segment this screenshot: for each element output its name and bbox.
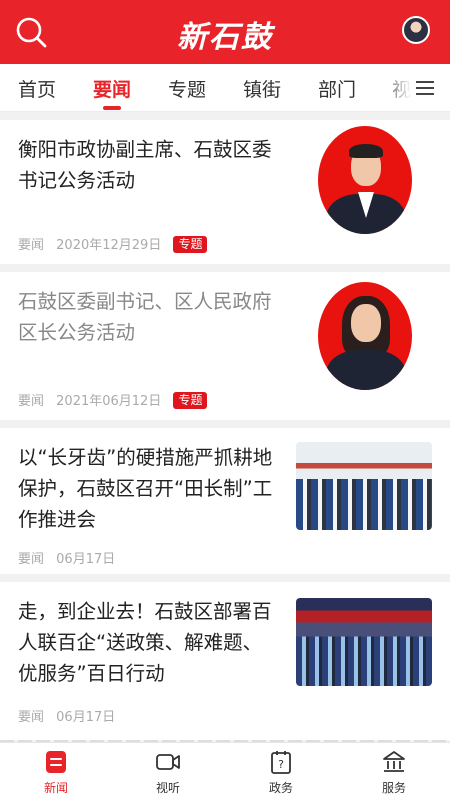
article-category: 要闻 [18, 710, 45, 725]
tab-topics[interactable]: 专题 [168, 75, 206, 102]
nav-label: 新闻 [43, 781, 68, 795]
article-meta: 要闻 06月17日 [18, 706, 123, 725]
article-title: 以“长牙齿”的硬措施严抓耕地保护，石鼓区召开“田长制”工作推进会 [18, 446, 273, 531]
article-date: 2021年06月12日 [56, 394, 162, 409]
top-bar: 新石鼓 [0, 0, 450, 64]
user-avatar[interactable] [402, 16, 430, 44]
article-thumbnail [318, 282, 412, 390]
news-icon [46, 751, 66, 773]
tab-home[interactable]: 首页 [18, 75, 56, 102]
active-tab-indicator [103, 106, 121, 110]
article-thumbnail [296, 442, 432, 530]
bottom-nav: 新闻 视听 ? 政务 服务 [0, 742, 450, 800]
nav-video[interactable]: 视听 [112, 743, 224, 800]
article-title: 走，到企业去！石鼓区部署百人联百企“送政策、解难题、优服务”百日行动 [18, 600, 272, 685]
article-meta: 要闻 06月17日 [18, 548, 123, 567]
nav-services[interactable]: 服务 [338, 743, 450, 800]
article-category: 要闻 [18, 238, 45, 253]
topic-badge: 专题 [173, 392, 208, 409]
video-icon [156, 754, 180, 770]
nav-government[interactable]: ? 政务 [225, 743, 337, 800]
nav-news[interactable]: 新闻 [0, 743, 112, 800]
article-thumbnail [318, 126, 412, 234]
article-item[interactable]: 走，到企业去！石鼓区部署百人联百企“送政策、解难题、优服务”百日行动 要闻 06… [0, 582, 450, 740]
menu-icon[interactable] [416, 81, 434, 95]
article-category: 要闻 [18, 394, 45, 409]
article-category: 要闻 [18, 552, 45, 567]
tabs-fade [380, 64, 450, 111]
tab-headlines[interactable]: 要闻 [93, 75, 131, 102]
article-meta: 要闻 2020年12月29日 专题 [18, 234, 215, 253]
article-thumbnail [296, 598, 432, 686]
article-title: 衡阳市政协副主席、石鼓区委书记公务活动 [18, 138, 272, 192]
category-tabs: 首页 要闻 专题 镇街 部门 视 [0, 64, 450, 112]
nav-label: 政务 [268, 781, 293, 795]
tab-towns[interactable]: 镇街 [243, 75, 281, 102]
article-date: 2020年12月29日 [56, 238, 162, 253]
article-title: 石鼓区委副书记、区人民政府区长公务活动 [18, 290, 272, 344]
article-date: 06月17日 [56, 552, 116, 567]
svg-text:?: ? [278, 758, 284, 771]
tab-departments[interactable]: 部门 [318, 75, 356, 102]
nav-label: 服务 [381, 781, 406, 795]
services-icon [383, 751, 405, 772]
article-item[interactable]: 衡阳市政协副主席、石鼓区委书记公务活动 要闻 2020年12月29日 专题 [0, 120, 450, 264]
article-item[interactable]: 石鼓区委副书记、区人民政府区长公务活动 要闻 2021年06月12日 专题 [0, 272, 450, 420]
topic-badge: 专题 [173, 236, 208, 253]
article-date: 06月17日 [56, 710, 116, 725]
article-meta: 要闻 2021年06月12日 专题 [18, 390, 215, 409]
app-logo: 新石鼓 [177, 20, 273, 55]
government-affairs-icon: ? [271, 751, 291, 774]
article-item[interactable]: 以“长牙齿”的硬措施严抓耕地保护，石鼓区召开“田长制”工作推进会 要闻 06月1… [0, 428, 450, 574]
nav-label: 视听 [155, 781, 180, 795]
